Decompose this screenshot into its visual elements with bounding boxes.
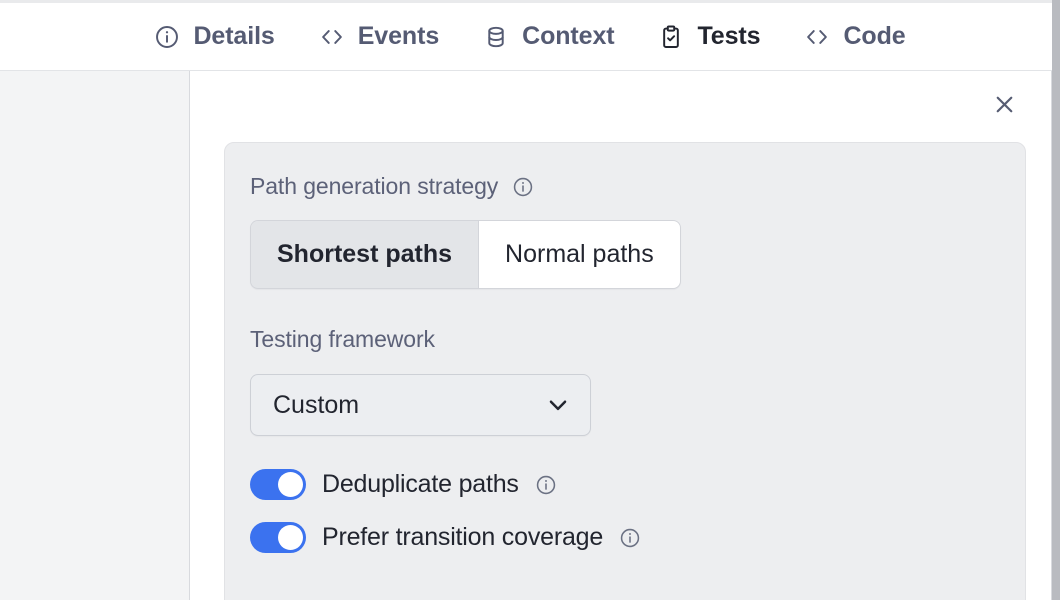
close-panel-button[interactable] — [987, 90, 1021, 124]
info-circle-icon — [154, 24, 180, 50]
testing-framework-select[interactable]: Custom — [250, 374, 591, 436]
prefer-transition-coverage-row: Prefer transition coverage — [250, 522, 995, 553]
testing-framework-label: Testing framework — [250, 326, 435, 352]
info-circle-icon[interactable] — [512, 176, 534, 198]
deduplicate-paths-label: Deduplicate paths — [322, 470, 519, 498]
tests-panel: Path generation strategy Shortest paths … — [191, 71, 1052, 600]
code-brackets-icon — [804, 24, 830, 50]
testing-framework-label-row: Testing framework — [250, 326, 995, 353]
tab-label: Events — [357, 22, 440, 50]
tab-label: Tests — [697, 22, 761, 50]
prefer-transition-coverage-label: Prefer transition coverage — [322, 523, 604, 551]
tab-events[interactable]: Events — [297, 3, 461, 71]
path-strategy-label-row: Path generation strategy — [250, 173, 995, 200]
database-icon — [483, 24, 509, 50]
tab-bar: Details Events Context Tests Code — [0, 0, 1060, 71]
tab-tests[interactable]: Tests — [636, 3, 782, 71]
clipboard-check-icon — [658, 24, 684, 50]
toggle-knob — [278, 525, 303, 550]
left-sidebar — [0, 71, 190, 600]
tab-label: Details — [193, 22, 275, 50]
tab-label: Code — [843, 22, 906, 50]
segment-shortest-paths[interactable]: Shortest paths — [251, 221, 480, 288]
testing-framework-value: Custom — [273, 390, 360, 419]
vertical-scrollbar[interactable] — [1052, 0, 1060, 600]
deduplicate-paths-row: Deduplicate paths — [250, 469, 995, 500]
prefer-transition-coverage-toggle[interactable] — [250, 522, 306, 553]
info-circle-icon[interactable] — [619, 527, 641, 549]
panel-header — [191, 71, 1051, 142]
deduplicate-paths-toggle[interactable] — [250, 469, 306, 500]
info-circle-icon[interactable] — [535, 474, 557, 496]
segment-label: Normal paths — [505, 240, 654, 268]
tab-label: Context — [522, 22, 615, 50]
code-brackets-icon — [319, 24, 345, 50]
segment-normal-paths[interactable]: Normal paths — [479, 221, 680, 288]
test-settings-card: Path generation strategy Shortest paths … — [224, 142, 1026, 600]
close-icon — [992, 92, 1017, 122]
chevron-down-icon — [545, 392, 571, 418]
segment-label: Shortest paths — [277, 240, 453, 268]
tab-details[interactable]: Details — [132, 3, 296, 71]
path-strategy-label: Path generation strategy — [250, 173, 499, 199]
path-strategy-segmented-control: Shortest paths Normal paths — [250, 220, 681, 289]
tab-code[interactable]: Code — [782, 3, 927, 71]
toggle-knob — [278, 472, 303, 497]
tab-context[interactable]: Context — [461, 3, 636, 71]
app-root: Details Events Context Tests Code Path g… — [0, 0, 1060, 600]
